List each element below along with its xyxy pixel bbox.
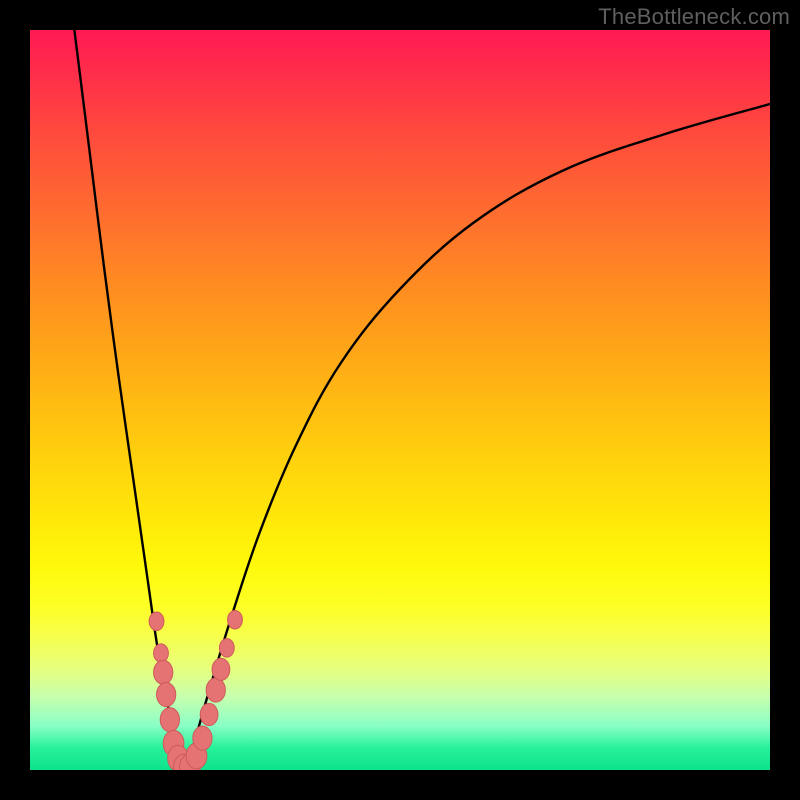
marker-point — [154, 660, 173, 684]
marker-point — [200, 703, 218, 725]
marker-point — [206, 678, 225, 702]
marker-point — [228, 611, 243, 630]
curve-left-arm — [74, 30, 185, 770]
marker-point — [157, 682, 176, 706]
marker-point — [160, 708, 179, 732]
watermark-text: TheBottleneck.com — [598, 4, 790, 30]
marker-point — [149, 612, 164, 631]
marker-point — [219, 639, 234, 658]
marker-point — [193, 726, 212, 750]
marker-point — [154, 644, 169, 663]
curve-layer — [30, 30, 770, 770]
plot-area — [30, 30, 770, 770]
curve-right-arm — [185, 104, 770, 770]
marker-point — [212, 658, 230, 680]
marker-cluster — [149, 611, 242, 770]
chart-frame: TheBottleneck.com — [0, 0, 800, 800]
